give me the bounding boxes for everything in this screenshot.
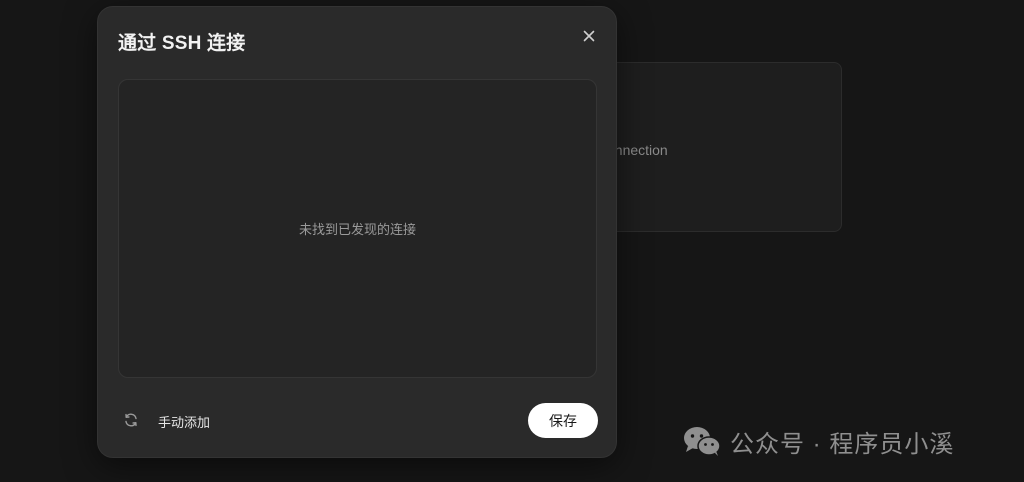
- save-button[interactable]: 保存: [528, 403, 598, 438]
- refresh-icon: [125, 413, 137, 427]
- manual-add-link[interactable]: 手动添加: [158, 412, 210, 431]
- watermark: 公众号 · 程序员小溪: [682, 424, 954, 458]
- dialog-title: 通过 SSH 连接: [118, 33, 246, 54]
- app-screen: onnection 通过 SSH 连接 未找到已发现的连接 手动添加 保存 公众…: [0, 0, 1024, 482]
- wechat-icon: [684, 427, 721, 456]
- close-button[interactable]: [578, 25, 600, 47]
- refresh-button[interactable]: [121, 410, 141, 430]
- close-icon: [583, 30, 595, 42]
- discovered-connections-list: 未找到已发现的连接: [118, 79, 597, 378]
- watermark-text: 公众号 · 程序员小溪: [730, 430, 955, 458]
- ssh-connect-dialog: 通过 SSH 连接 未找到已发现的连接 手动添加 保存: [97, 6, 617, 458]
- empty-state-text: 未找到已发现的连接: [298, 222, 416, 237]
